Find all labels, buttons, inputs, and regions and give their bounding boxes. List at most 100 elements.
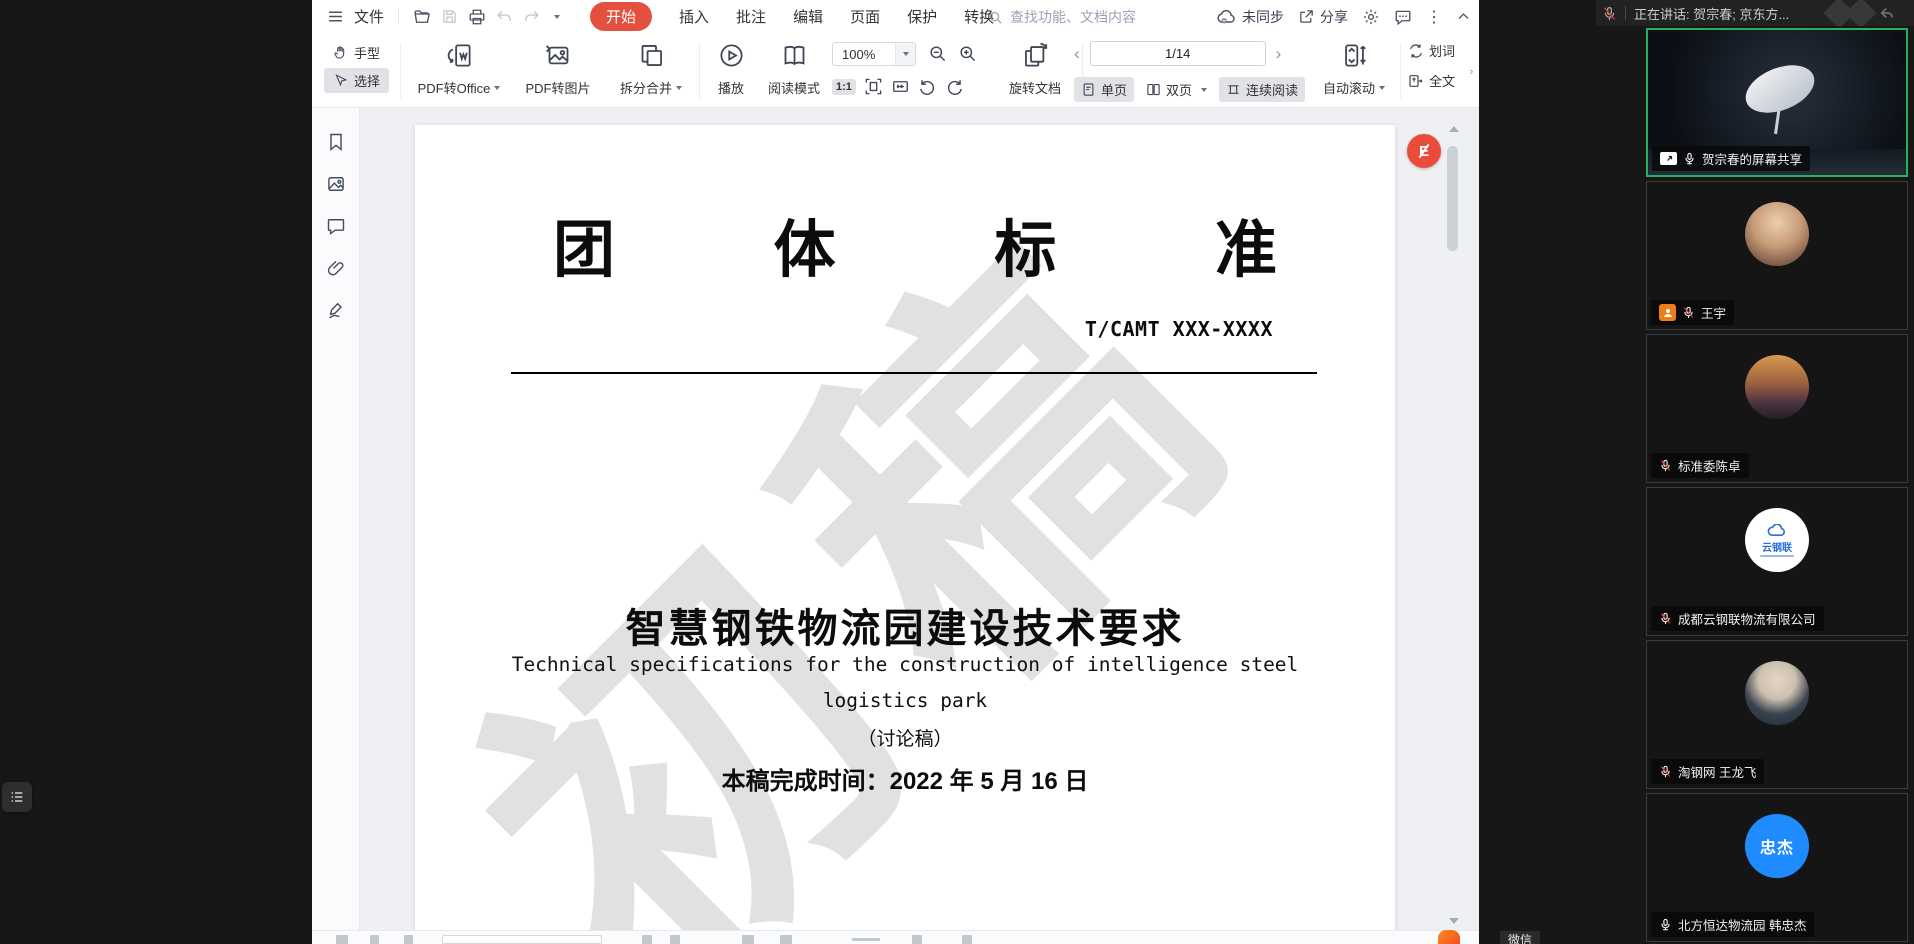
participant-tile[interactable]: 淘钢网 王龙飞 bbox=[1646, 640, 1908, 789]
double-page-label: 双页 bbox=[1166, 80, 1192, 99]
rotate-ccw-icon[interactable] bbox=[918, 77, 937, 96]
zoom-select[interactable]: 100% bbox=[832, 42, 916, 66]
statusbar-input[interactable] bbox=[442, 935, 602, 944]
statusbar-icon[interactable] bbox=[912, 935, 922, 944]
pdf-to-office-button[interactable]: PDF转Office bbox=[410, 39, 508, 102]
hamburger-menu-icon[interactable] bbox=[327, 8, 344, 25]
signature-icon[interactable] bbox=[326, 300, 346, 320]
scrollbar-thumb[interactable] bbox=[1447, 146, 1458, 251]
comments-panel-icon[interactable] bbox=[326, 216, 346, 236]
save-icon[interactable] bbox=[441, 8, 458, 25]
document-region: 初稿 团 体 标 准 T/CAMT XXX-XXXX 智慧钢铁物流园建设技术要求… bbox=[312, 108, 1479, 930]
play-icon bbox=[718, 42, 745, 69]
scroll-down-arrow[interactable] bbox=[1449, 918, 1459, 924]
participant-tile[interactable]: 标准委陈卓 bbox=[1646, 334, 1908, 483]
tab-insert[interactable]: 插入 bbox=[679, 6, 709, 27]
participant-name: 淘钢网 王龙飞 bbox=[1678, 762, 1756, 781]
zoom-out-icon[interactable] bbox=[928, 44, 947, 63]
cloud-sync-icon[interactable] bbox=[1217, 7, 1237, 27]
statusbar-icon[interactable] bbox=[742, 935, 754, 944]
full-translate-button[interactable]: 全文 bbox=[1408, 71, 1464, 90]
tab-comment[interactable]: 批注 bbox=[736, 6, 766, 27]
cloud-logo-icon bbox=[1767, 524, 1787, 538]
statusbar-slider[interactable] bbox=[852, 938, 880, 941]
participant-tile[interactable]: 贺宗春的屏幕共享 bbox=[1646, 28, 1908, 177]
bookmark-icon[interactable] bbox=[326, 132, 346, 152]
statusbar-icon[interactable] bbox=[404, 935, 413, 944]
document-subtitle-en-2: logistics park bbox=[415, 689, 1395, 712]
floating-tool-badge[interactable]: E bbox=[1407, 134, 1441, 168]
participant-tile[interactable]: 王宇 bbox=[1646, 181, 1908, 330]
banner-shape[interactable] bbox=[1845, 0, 1876, 26]
statusbar-icon[interactable] bbox=[670, 935, 680, 944]
tab-page[interactable]: 页面 bbox=[850, 6, 880, 27]
pdf-page[interactable]: 初稿 团 体 标 准 T/CAMT XXX-XXXX 智慧钢铁物流园建设技术要求… bbox=[415, 125, 1395, 930]
select-tool-button[interactable]: 选择 bbox=[324, 68, 389, 93]
continuous-read-button[interactable]: 连续阅读 bbox=[1219, 77, 1305, 102]
hand-tool-button[interactable]: 手型 bbox=[324, 40, 389, 65]
word-translate-icon bbox=[1408, 43, 1424, 59]
toolbar-dropdown-icon[interactable] bbox=[550, 15, 560, 19]
feedback-comment-icon[interactable] bbox=[1394, 8, 1412, 26]
statusbar-icon[interactable] bbox=[962, 935, 972, 944]
sync-status[interactable]: 未同步 bbox=[1242, 7, 1284, 27]
share-icon[interactable] bbox=[1298, 8, 1315, 25]
participant-tile[interactable]: 忠杰 北方恒达物流园 韩忠杰 bbox=[1646, 793, 1908, 942]
share-label[interactable]: 分享 bbox=[1320, 7, 1348, 27]
mic-muted-icon bbox=[1659, 459, 1672, 472]
standard-category-heading: 团 体 标 准 bbox=[553, 220, 1277, 282]
scroll-up-arrow[interactable] bbox=[1449, 126, 1459, 132]
image-panel-icon[interactable] bbox=[326, 174, 346, 194]
prev-page-icon[interactable]: ‹ bbox=[1074, 45, 1080, 62]
taskbar-app-icon[interactable] bbox=[1438, 930, 1460, 944]
document-title: 智慧钢铁物流园建设技术要求 bbox=[415, 596, 1395, 654]
double-page-button[interactable]: 双页 bbox=[1139, 77, 1214, 102]
participant-name: 贺宗春的屏幕共享 bbox=[1702, 149, 1802, 168]
fit-page-icon[interactable] bbox=[864, 77, 883, 96]
statusbar-icon[interactable] bbox=[642, 935, 652, 944]
redo-icon[interactable] bbox=[523, 8, 540, 25]
reply-arrow-icon[interactable] bbox=[1878, 4, 1896, 22]
screen-share-icon bbox=[1660, 152, 1677, 165]
undo-icon[interactable] bbox=[496, 8, 513, 25]
gear-icon[interactable] bbox=[1362, 8, 1380, 26]
member-badge-icon bbox=[1659, 304, 1676, 321]
auto-scroll-button[interactable]: 自动滚动 bbox=[1316, 39, 1392, 102]
fit-width-icon[interactable] bbox=[891, 77, 910, 96]
read-mode-button[interactable]: 阅读模式 bbox=[758, 39, 830, 102]
outline-widget-button[interactable] bbox=[2, 782, 32, 812]
rotate-document-button[interactable]: 旋转文档 bbox=[996, 39, 1074, 102]
speaking-banner-text: 正在讲话: 贺宗春; 京东方... bbox=[1634, 4, 1789, 23]
statusbar-icon[interactable] bbox=[370, 935, 379, 944]
rotate-cw-icon[interactable] bbox=[945, 77, 964, 96]
ribbon-expander[interactable]: › bbox=[1465, 57, 1478, 87]
search-input[interactable]: 查找功能、文档内容 bbox=[988, 5, 1174, 29]
participant-label: 标准委陈卓 bbox=[1651, 453, 1749, 478]
file-menu[interactable]: 文件 bbox=[354, 6, 384, 27]
mic-muted-icon[interactable] bbox=[1602, 6, 1617, 21]
single-page-button[interactable]: 单页 bbox=[1074, 77, 1134, 102]
tab-home[interactable]: 开始 bbox=[590, 2, 652, 31]
collapse-ribbon-icon[interactable] bbox=[1456, 9, 1471, 24]
tab-protect[interactable]: 保护 bbox=[907, 6, 937, 27]
statusbar-icon[interactable] bbox=[336, 935, 348, 944]
split-merge-button[interactable]: 拆分合并 bbox=[610, 39, 692, 102]
word-translate-button[interactable]: 划词 bbox=[1408, 41, 1464, 60]
page-number-input[interactable] bbox=[1090, 41, 1266, 66]
pdf-to-image-button[interactable]: PDF转图片 bbox=[512, 39, 604, 102]
participant-tile[interactable]: 云钢联 成都云钢联物流有限公司 bbox=[1646, 487, 1908, 636]
open-file-icon[interactable] bbox=[413, 8, 431, 26]
next-page-icon[interactable]: › bbox=[1276, 45, 1282, 62]
more-menu-icon[interactable]: ⋮ bbox=[1426, 7, 1442, 27]
divider bbox=[1625, 6, 1626, 20]
print-icon[interactable] bbox=[468, 8, 486, 26]
document-canvas[interactable]: 初稿 团 体 标 准 T/CAMT XXX-XXXX 智慧钢铁物流园建设技术要求… bbox=[360, 108, 1479, 930]
statusbar-icon[interactable] bbox=[780, 935, 792, 944]
actual-size-button[interactable]: 1:1 bbox=[832, 79, 856, 95]
tab-edit[interactable]: 编辑 bbox=[793, 6, 823, 27]
play-button[interactable]: 播放 bbox=[707, 39, 755, 102]
single-page-label: 单页 bbox=[1101, 80, 1127, 99]
zoom-in-icon[interactable] bbox=[958, 44, 977, 63]
attachment-icon[interactable] bbox=[326, 258, 346, 278]
wechat-taskbar-item[interactable]: 微信 bbox=[1500, 931, 1540, 944]
